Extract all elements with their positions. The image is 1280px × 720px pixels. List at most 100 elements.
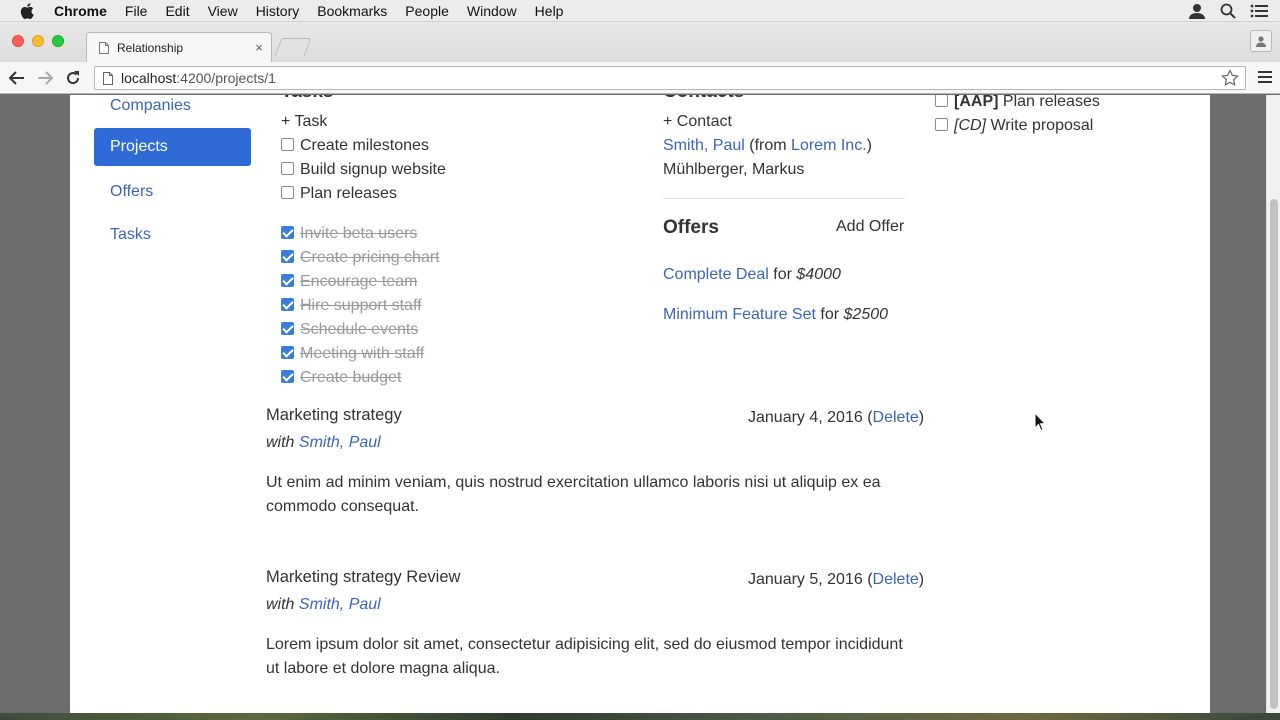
task-label: Plan releases [1002,95,1100,110]
task-label: Invite beta users [300,225,418,242]
task-label: Create milestones [300,137,429,154]
task-checkbox-checked[interactable] [281,226,294,239]
task-project-code: [AAP] [954,95,999,110]
add-task-link[interactable]: + Task [281,113,327,131]
task-label: Schedule events [300,321,419,338]
done-task-item: Invite beta users [281,225,417,243]
offer-link[interactable]: Minimum Feature Set [663,306,816,323]
section-divider [663,198,905,199]
add-offer-link[interactable]: Add Offer [836,218,904,236]
tasks-heading: Tasks [281,95,333,103]
sidebar-item-offers[interactable]: Offers [94,173,251,211]
new-tab-button[interactable] [274,38,312,56]
note-title: Marketing strategy Review [266,568,461,586]
company-link[interactable]: Lorem Inc. [791,137,867,154]
task-label: Hire support staff [300,297,422,314]
note-contact-link[interactable]: Smith, Paul [299,434,381,451]
contact-from-suffix: ) [866,137,872,154]
notification-center-icon[interactable] [1250,4,1268,21]
browser-tab[interactable]: Relationship × [86,32,272,62]
apple-logo-icon[interactable] [20,2,36,19]
task-checkbox-checked[interactable] [281,322,294,335]
task-item: Create milestones [281,137,429,155]
profile-button[interactable] [1250,30,1272,52]
task-label: Create pricing chart [300,249,440,266]
task-checkbox[interactable] [281,186,294,199]
menu-history[interactable]: History [256,3,300,19]
back-arrow-icon[interactable] [7,68,27,88]
browser-toolbar: localhost:4200/projects/1 [0,62,1280,94]
menu-people[interactable]: People [405,3,449,19]
note-contact-link[interactable]: Smith, Paul [299,596,381,613]
mouse-cursor-icon [1034,411,1047,437]
spotlight-search-icon[interactable] [1220,3,1236,22]
done-task-item: Create budget [281,369,401,387]
page-info-icon[interactable] [103,71,113,85]
task-checkbox-checked[interactable] [281,274,294,287]
sidebar-item-projects[interactable]: Projects [94,128,251,166]
task-project-code: [CD] [954,117,986,134]
note-date: January 5, 2016 [748,571,863,588]
offer-for: for [773,266,792,283]
tab-title: Relationship [117,40,184,55]
scrollbar-thumb[interactable] [1270,199,1278,709]
task-checkbox[interactable] [281,138,294,151]
page-icon [99,41,109,54]
task-item: Plan releases [281,185,397,203]
menu-edit[interactable]: Edit [165,3,189,19]
url-path: :4200/projects/1 [176,70,276,86]
forward-arrow-icon[interactable] [35,68,55,88]
contact-from-prefix: (from [749,137,792,154]
sidebar-item-tasks[interactable]: Tasks [94,216,251,254]
browser-tab-strip: Relationship × [0,22,1280,62]
user-icon[interactable] [1188,3,1206,22]
contact-item: Smith, Paul (from Lorem Inc.) [663,137,872,155]
menu-file[interactable]: File [125,3,148,19]
chrome-menu-icon[interactable] [1258,70,1272,89]
contact-link[interactable]: Mühlberger, Markus [663,161,804,179]
contact-link[interactable]: Smith, Paul [663,137,745,154]
note-body-line: Ut enim ad minim veniam, quis nostrud ex… [266,474,881,491]
menu-window[interactable]: Window [467,3,517,19]
offer-link[interactable]: Complete Deal [663,266,769,283]
done-task-item: Encourage team [281,273,417,291]
related-task-item: [CD] Write proposal [935,117,1093,135]
offers-heading: Offers [663,217,719,238]
menu-bookmarks[interactable]: Bookmarks [317,3,387,19]
task-checkbox[interactable] [935,95,948,107]
delete-note-link[interactable]: Delete [873,571,919,588]
task-checkbox-checked[interactable] [281,298,294,311]
add-contact-link[interactable]: + Contact [663,113,732,131]
task-label: Build signup website [300,161,446,178]
task-checkbox-checked[interactable] [281,370,294,383]
menu-view[interactable]: View [208,3,238,19]
sidebar-item-companies[interactable]: Companies [94,95,251,125]
note-body-line: Lorem ipsum dolor sit amet, consectetur … [266,636,903,653]
window-zoom-button[interactable] [52,35,64,47]
offer-for: for [820,306,840,323]
menu-app-chrome[interactable]: Chrome [54,3,107,19]
menu-help[interactable]: Help [535,3,564,19]
task-checkbox[interactable] [281,162,294,175]
task-checkbox-checked[interactable] [281,346,294,359]
note-with-label: with [266,596,295,613]
task-label: Write proposal [990,117,1094,134]
note-with-line: with Smith, Paul [266,596,381,614]
window-minimize-button[interactable] [32,35,44,47]
task-checkbox-checked[interactable] [281,250,294,263]
delete-note-link[interactable]: Delete [873,409,919,426]
address-bar[interactable]: localhost:4200/projects/1 [94,66,1246,90]
page-content: Companies Projects Offers Tasks Tasks + … [70,95,1210,713]
reload-icon[interactable] [63,68,83,88]
task-item: Build signup website [281,161,446,179]
window-close-button[interactable] [12,35,24,47]
offer-amount: $4000 [796,266,841,283]
desktop-background [0,713,1280,720]
bookmark-star-icon[interactable] [1221,69,1239,90]
done-task-item: Meeting with staff [281,345,424,363]
task-label: Create budget [300,369,402,386]
task-checkbox[interactable] [935,118,948,131]
vertical-scrollbar[interactable] [1266,95,1280,713]
tab-close-button[interactable]: × [251,40,267,55]
contacts-heading: Contacts [663,95,744,103]
